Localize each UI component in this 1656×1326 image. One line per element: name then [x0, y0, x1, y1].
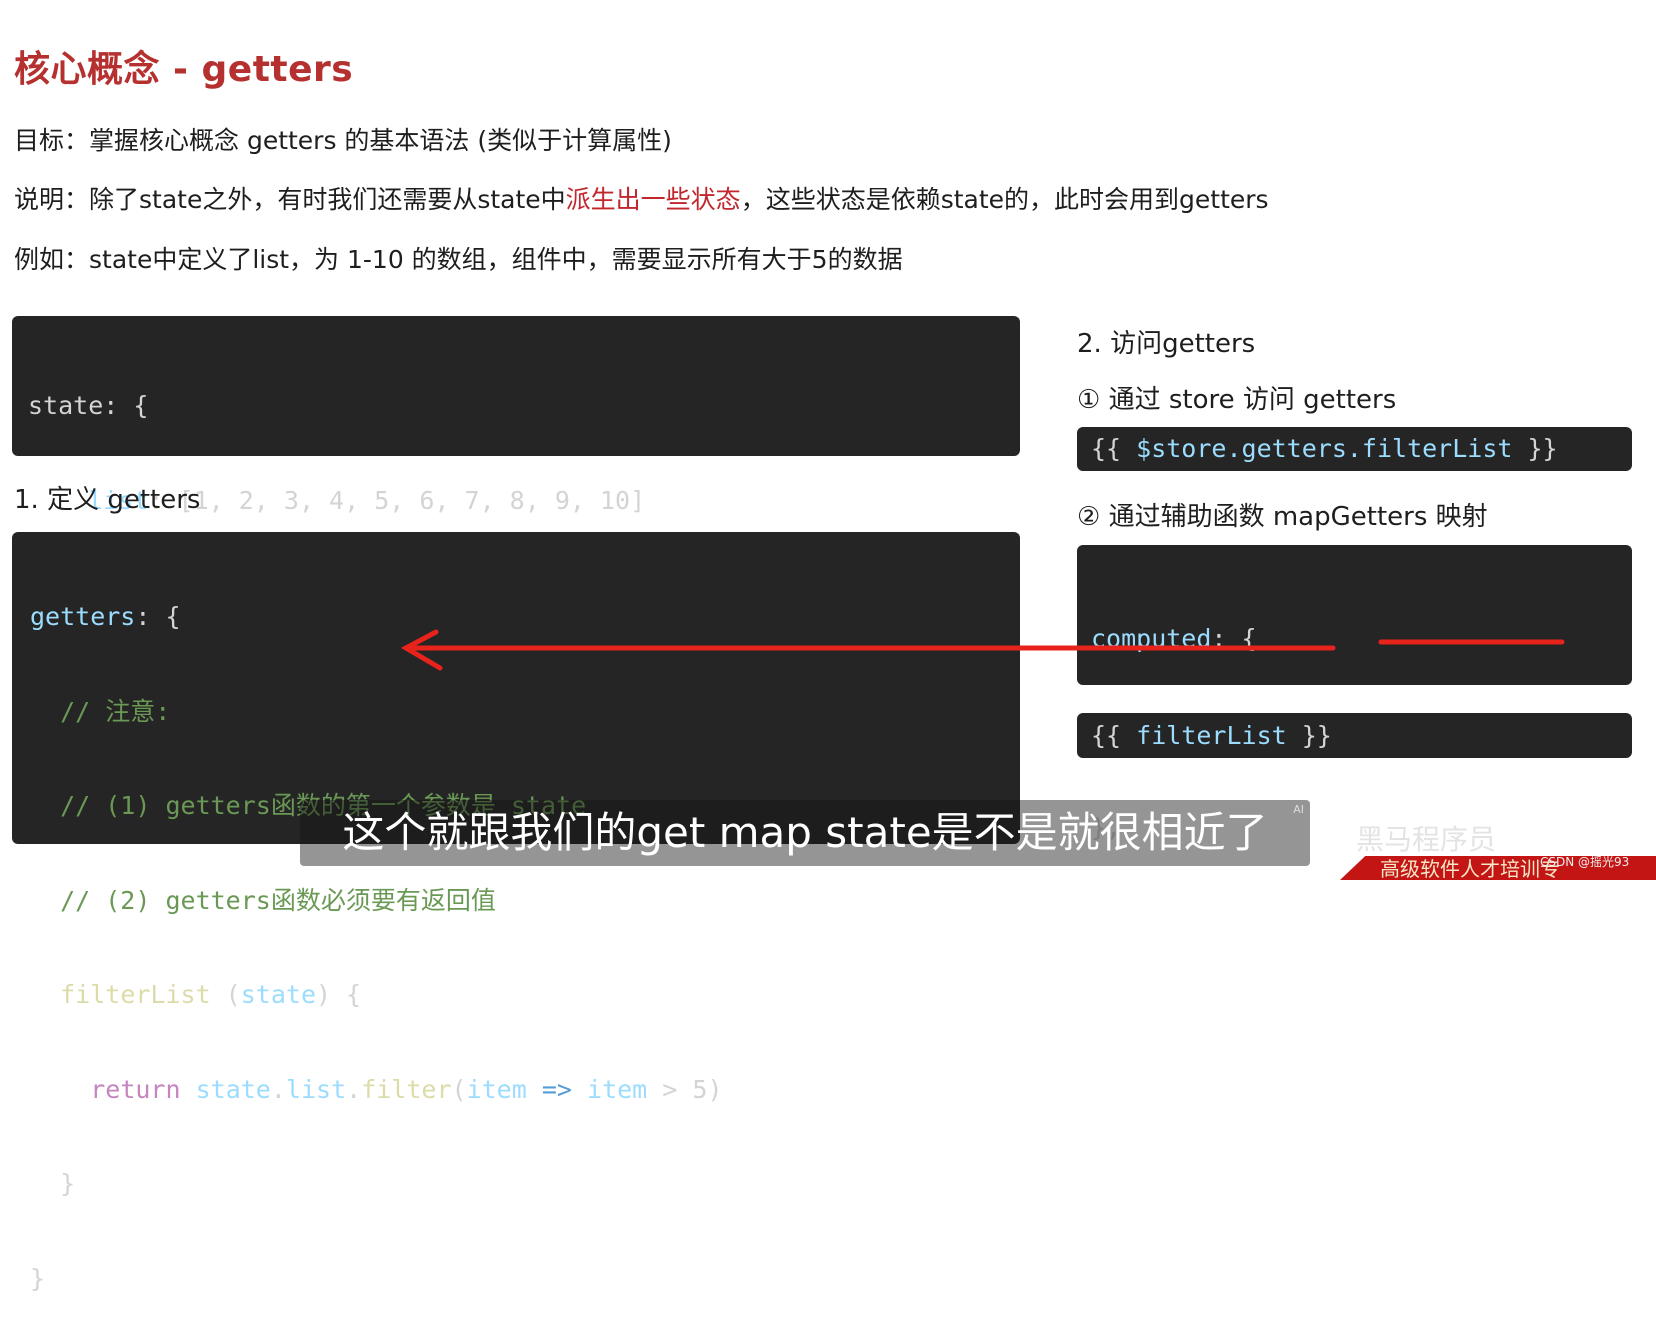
code-punct: {{	[1091, 721, 1137, 750]
template-code: {{ filterList }}	[1077, 713, 1632, 758]
state-arg: state	[240, 980, 316, 1009]
store-getters-expr: $store.getters.filterList	[1136, 434, 1513, 463]
code-punct: (	[210, 980, 241, 1009]
code-punct: : {	[135, 602, 181, 631]
code-punct: ) {	[316, 980, 362, 1009]
filter-fn: filter	[361, 1074, 452, 1104]
code-line: }	[30, 1169, 76, 1198]
computed-code-block: computed: { ...mapGetters(['filterList']…	[1077, 545, 1632, 842]
slide-title: 核心概念 - getters	[14, 49, 354, 90]
method2-text: ② 通过辅助函数 mapGetters 映射	[1077, 502, 1488, 532]
method1-text: ① 通过 store 访问 getters	[1077, 385, 1397, 415]
explain-text: 说明：除了state之外，有时我们还需要从state中派生出一些状态，这些状态是…	[14, 180, 1269, 216]
explain-prefix: 说明：除了state之外，有时我们还需要从state中	[14, 185, 566, 214]
computed-key: computed	[1091, 624, 1212, 653]
code-punct: }}	[1286, 721, 1332, 750]
code-punct: > 5)	[647, 1074, 723, 1104]
code-punct: (	[451, 1074, 467, 1104]
list-ref: list	[285, 1074, 347, 1104]
code-punct: }}	[1512, 434, 1558, 463]
code-punct: : {	[1211, 624, 1257, 653]
subtitle-text: 这个就跟我们的get map state是不是就很相近了	[342, 808, 1268, 857]
video-subtitle: 这个就跟我们的get map state是不是就很相近了 AI	[300, 800, 1310, 866]
example-text: 例如：state中定义了list，为 1-10 的数组，组件中，需要显示所有大于…	[14, 245, 903, 274]
code-line: filterList (state) {	[30, 977, 1020, 1014]
state-ref: state	[195, 1074, 271, 1104]
access-getters-heading: 2. 访问getters	[1077, 329, 1256, 359]
item-ref: item	[587, 1074, 648, 1104]
state-code-block: state: { list: [1, 2, 3, 4, 5, 6, 7, 8, …	[12, 316, 1020, 609]
return-keyword: return	[90, 1074, 181, 1104]
explain-highlight: 派生出一些状态	[565, 185, 741, 214]
csdn-credit: CSDN @摇光93	[1540, 855, 1630, 869]
template-expr: filterList	[1136, 721, 1287, 750]
code-punct: {{	[1091, 434, 1137, 463]
code-line: state: {	[28, 391, 149, 420]
arrow-operator: =>	[541, 1074, 572, 1104]
comment-line: // 注意:	[30, 696, 171, 726]
getters-key: getters	[30, 602, 136, 631]
code-line: }	[30, 1263, 46, 1293]
watermark-logo: 黑马程序员	[1356, 823, 1497, 856]
code-line: return state.list.filter(item => item > …	[30, 1072, 1020, 1109]
goal-text: 目标：掌握核心概念 getters 的基本语法 (类似于计算属性)	[14, 126, 672, 155]
code-line: computed: {	[1091, 621, 1632, 658]
code-line: getters: {	[30, 599, 1020, 636]
comment-line: // (2) getters函数必须要有返回值	[30, 885, 496, 915]
code-punct: .	[346, 1074, 362, 1104]
filterlist-fn: filterList	[60, 980, 211, 1009]
list-values: : [1, 2, 3, 4, 5, 6, 7, 8, 9, 10]	[148, 485, 646, 515]
define-getters-heading: 1. 定义 getters	[14, 485, 201, 515]
item-param: item	[466, 1074, 527, 1104]
store-getters-code: {{ $store.getters.filterList }}	[1077, 427, 1632, 471]
explain-suffix: ，这些状态是依赖state的，此时会用到getters	[740, 185, 1269, 214]
getters-code-block: getters: { // 注意: // (1) getters函数的第一个参数…	[12, 532, 1020, 1293]
code-punct: .	[270, 1074, 286, 1104]
ai-badge: AI	[1293, 803, 1304, 816]
